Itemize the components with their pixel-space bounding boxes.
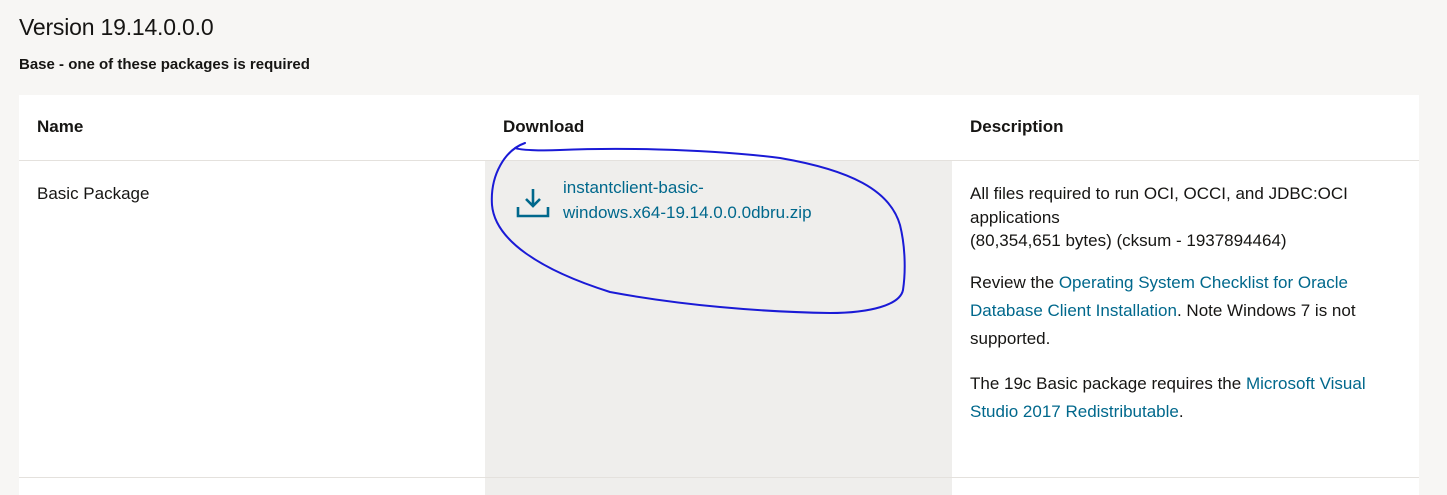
row-divider (19, 477, 1419, 478)
download-filename-line2[interactable]: windows.x64-19.14.0.0.0dbru.zip (563, 203, 812, 222)
table-header-row: Name Download Description (19, 95, 1419, 161)
column-header-description: Description (970, 117, 1064, 136)
package-description: All files required to run OCI, OCCI, and… (970, 182, 1400, 443)
download-link[interactable]: instantclient-basic- windows.x64-19.14.0… (515, 175, 815, 225)
packages-subtitle: Base - one of these packages is required (19, 56, 310, 73)
download-icon (515, 183, 551, 219)
package-name: Basic Package (37, 184, 150, 203)
download-filename-line1[interactable]: instantclient-basic- (563, 178, 704, 197)
download-filename[interactable]: instantclient-basic- windows.x64-19.14.0… (563, 175, 812, 225)
column-header-name: Name (37, 117, 84, 136)
description-checklist-note: Review the Operating System Checklist fo… (970, 272, 1356, 348)
description-redistributable-note: The 19c Basic package requires the Micro… (970, 373, 1366, 421)
description-summary: All files required to run OCI, OCCI, and… (970, 184, 1348, 250)
version-title: Version 19.14.0.0.0 (19, 14, 214, 40)
column-header-download: Download (503, 117, 585, 136)
